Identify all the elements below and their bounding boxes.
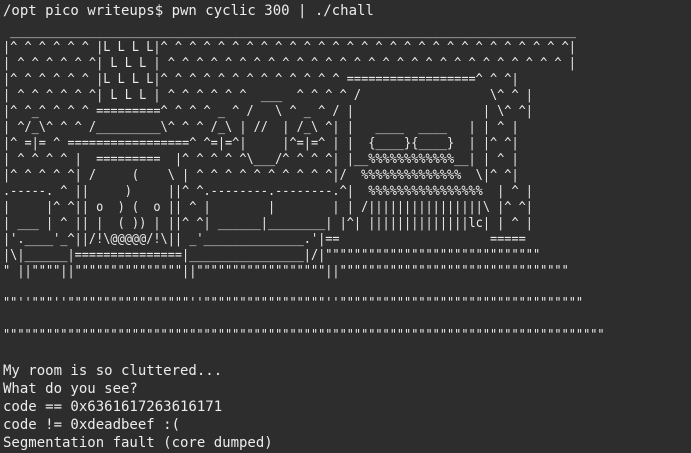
ascii-art-line: """"""""""""""""""""""""""""""""""""""""…	[3, 328, 605, 343]
ascii-art-line: |^ ^_^ ^ ^ ^ =========^ ^ ^ ^ _ ^ / \ ^ …	[3, 104, 533, 119]
ascii-art-line: |^ ^ ^ ^ ^ ^ |L L L L|^ ^ ^ ^ ^ ^ ^ ^ ^ …	[3, 72, 519, 87]
ascii-art-line: |^ ^ ^ ^ ^ ^ |L L L L|^ ^ ^ ^ ^ ^ ^ ^ ^ …	[3, 40, 576, 55]
output-line: code != 0xdeadbeef :(	[3, 417, 181, 433]
output-line: Segmentation fault (core dumped)	[3, 435, 273, 451]
output-line: My room is so cluttered...	[3, 363, 223, 379]
ascii-art-line: | ^/_\^ ^ ^ /_________\^ ^ ^ /_\ | // | …	[3, 120, 519, 135]
ascii-art-line: | ^ ^ ^ ^ ^ ^| L L L | ^ ^ ^ ^ ^ ^ ^ ^ ^…	[3, 56, 576, 71]
ascii-art-line: | ^ ^ ^ ^ ^ ^| L L L | ^ ^ ^ ^ ^ ^ ___ ^…	[3, 88, 533, 103]
output-line: code == 0x6361617263616171	[3, 399, 223, 415]
ascii-art-line: ________________________________________…	[3, 24, 576, 39]
terminal-window[interactable]: /opt pico writeups$ pwn cyclic 300 | ./c…	[0, 0, 691, 453]
ascii-art-line: " ||""""||"""""""""""""""||"""""""""""""…	[3, 264, 569, 279]
ascii-art-line: | ___ | ^ || | ( )) | ||^ ^| ______|____…	[3, 216, 533, 231]
ascii-art-line: | ^ ^ ^ ^ | ========= |^ ^ ^ ^ ^\___/^ ^…	[3, 152, 519, 167]
ascii-art-line: |'.____'_^||/!\@@@@@/!\|| _'____________…	[3, 232, 526, 247]
output-line: What do you see?	[3, 381, 138, 397]
ascii-art-line: |^ ^ ^ ^ ^| / ( \ | ^ ^ ^ ^ ^ ^ ^ ^ ^ ^|…	[3, 168, 519, 183]
ascii-art-line: |\|______|===============|______________…	[3, 248, 541, 263]
command-line: /opt pico writeups$ pwn cyclic 300 | ./c…	[3, 3, 374, 19]
ascii-art-line: ""''"""''"""""""""""""""""''""""""""""""…	[3, 296, 584, 311]
ascii-art-line: | |^ ^|| o ) ( o || ^ | | | | /|||||||||…	[3, 200, 533, 215]
ascii-art-line: .-----. ^ || ) ||^ ^.--------.--------.^…	[3, 184, 533, 199]
ascii-art-line: |^ =|= ^ =================^ ^=|=^| |^=|=…	[3, 136, 519, 151]
